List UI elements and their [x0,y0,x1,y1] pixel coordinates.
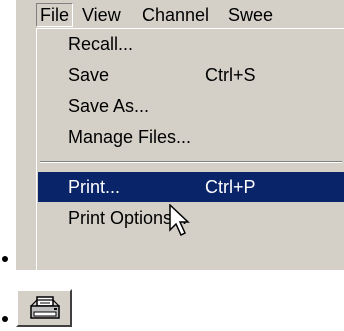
menu-item-manage-files[interactable]: Manage Files... [38,122,344,152]
menu-item-shortcut: Ctrl+S [205,65,256,85]
menu-sweep[interactable]: Swee [228,4,273,26]
list-bullet [2,256,8,262]
menu-item-label: Save [68,65,110,85]
menu-item-shortcut: Ctrl+P [205,177,256,197]
menu-screenshot: File View Channel Swee Recall... Save Ct… [16,0,344,270]
menu-item-label: Save As... [68,96,150,116]
menu-view[interactable]: View [82,4,121,26]
menu-item-recall[interactable]: Recall... [38,29,344,59]
printer-icon [30,296,60,319]
menu-item-label: Recall... [68,34,134,54]
menu-file[interactable]: File [36,3,74,27]
menu-separator [40,161,342,163]
print-toolbar-button[interactable] [16,289,72,327]
menu-item-print[interactable]: Print... Ctrl+P [38,172,344,202]
menu-item-label: Print... [68,177,121,197]
list-bullet [2,316,8,322]
menu-channel[interactable]: Channel [142,4,209,26]
menu-item-label: Manage Files... [68,127,192,147]
menu-item-save-as[interactable]: Save As... [38,91,344,121]
menu-item-save[interactable]: Save Ctrl+S [38,60,344,90]
mouse-pointer-icon [169,204,190,237]
menu-bar: File View Channel Swee [16,0,344,28]
